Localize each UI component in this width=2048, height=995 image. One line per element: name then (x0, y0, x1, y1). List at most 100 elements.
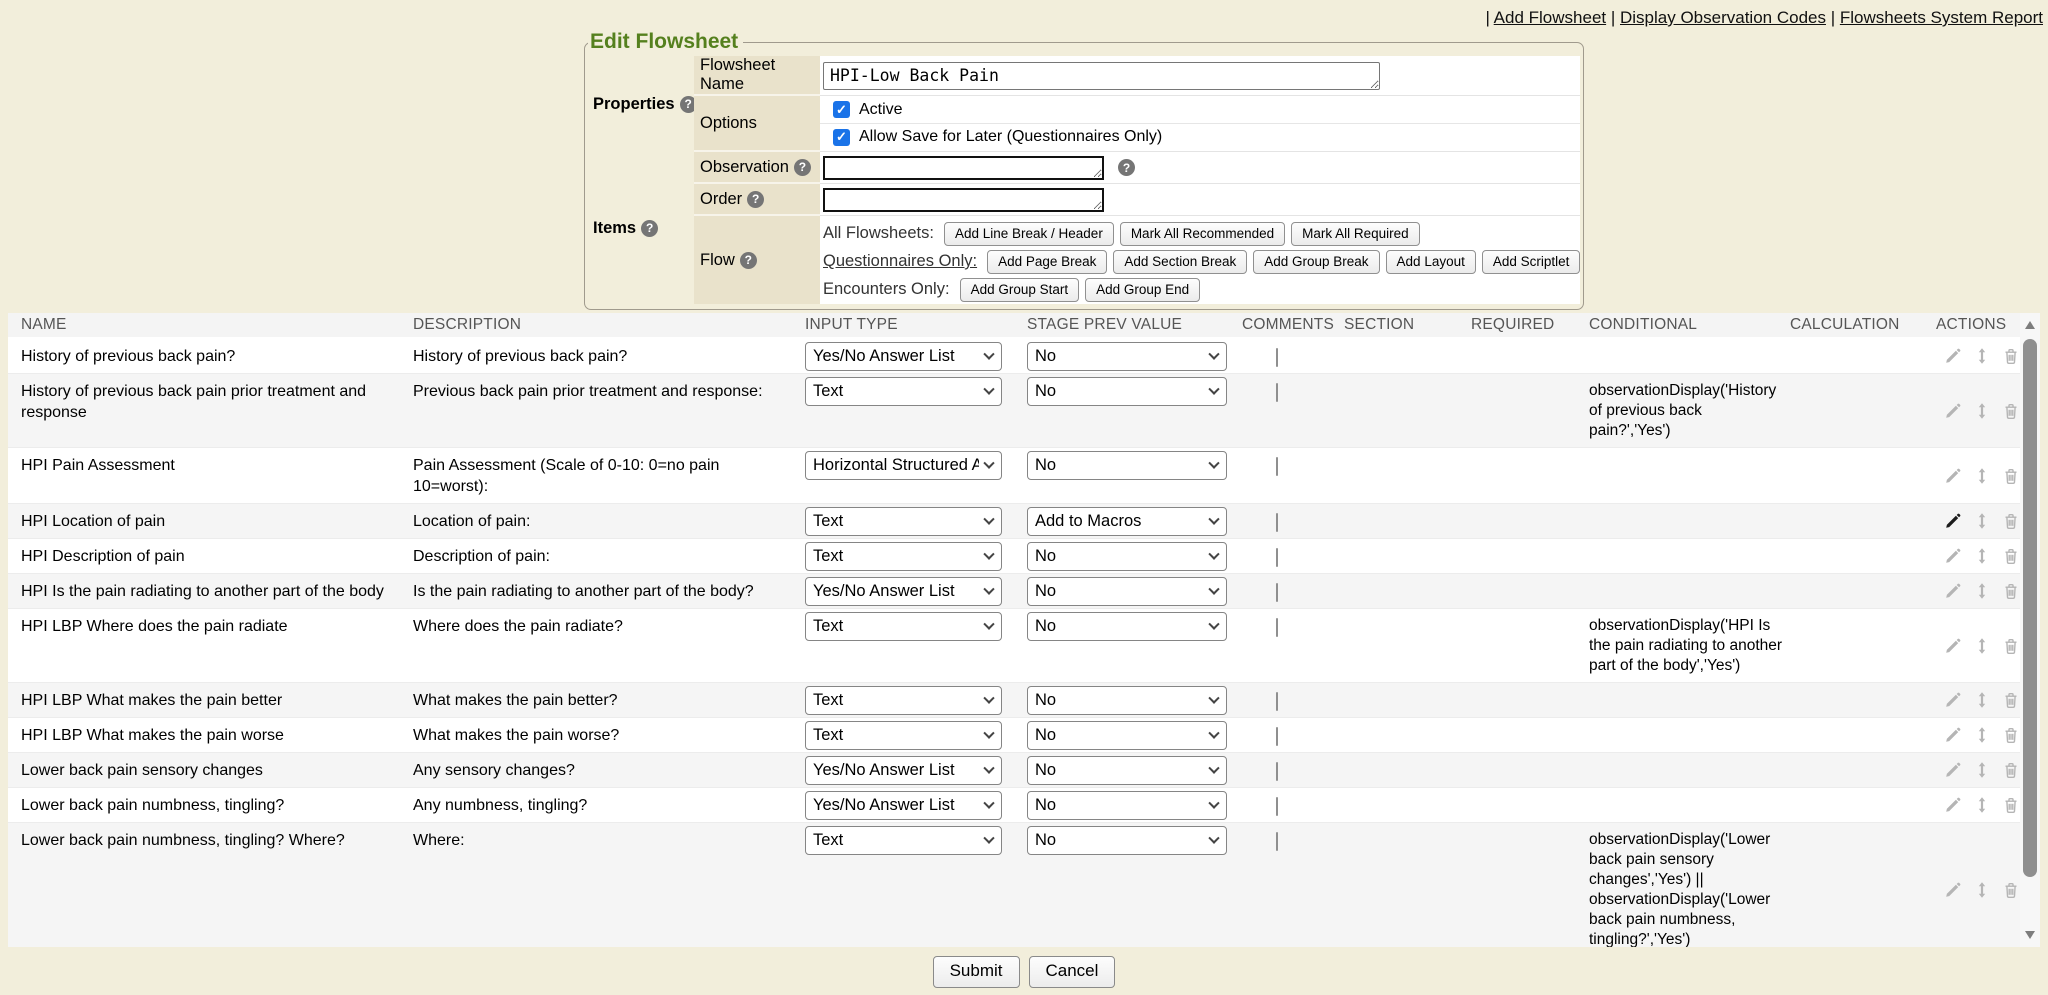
comments-checkbox[interactable] (1276, 513, 1278, 532)
edit-pencil-icon[interactable] (1944, 582, 1962, 600)
stage-prev-value-select[interactable]: No (1027, 542, 1227, 571)
scrollbar-thumb[interactable] (2023, 339, 2037, 877)
delete-trash-icon[interactable] (2002, 761, 2020, 779)
observation-field-help-icon[interactable] (1118, 159, 1135, 176)
scroll-up-arrow-icon[interactable] (2025, 321, 2035, 329)
order-help-icon[interactable] (747, 191, 764, 208)
move-row-icon[interactable] (1973, 796, 1991, 814)
move-row-icon[interactable] (1973, 691, 1991, 709)
move-row-icon[interactable] (1973, 726, 1991, 744)
add-line-break-header-button[interactable]: Add Line Break / Header (944, 222, 1114, 246)
delete-trash-icon[interactable] (2002, 467, 2020, 485)
stage-prev-value-select[interactable]: No (1027, 377, 1227, 406)
mark-all-recommended-button[interactable]: Mark All Recommended (1120, 222, 1285, 246)
comments-checkbox[interactable] (1276, 583, 1278, 602)
add-scriptlet-button[interactable]: Add Scriptlet (1482, 250, 1581, 274)
delete-trash-icon[interactable] (2002, 881, 2020, 899)
add-layout-button[interactable]: Add Layout (1386, 250, 1476, 274)
edit-pencil-icon[interactable] (1944, 347, 1962, 365)
edit-pencil-icon[interactable] (1944, 761, 1962, 779)
comments-checkbox[interactable] (1276, 618, 1278, 637)
flowsheets-system-report-link[interactable]: Flowsheets System Report (1840, 8, 2043, 27)
edit-pencil-icon[interactable] (1944, 402, 1962, 420)
order-input[interactable] (823, 188, 1104, 212)
active-checkbox[interactable] (833, 101, 850, 118)
delete-trash-icon[interactable] (2002, 582, 2020, 600)
input-type-select[interactable]: Text (805, 721, 1002, 750)
stage-prev-value-select[interactable]: No (1027, 826, 1227, 855)
stage-prev-value-select[interactable]: No (1027, 791, 1227, 820)
input-type-select[interactable]: Horizontal Structured Ans (805, 451, 1002, 480)
input-type-select[interactable]: Yes/No Answer List (805, 577, 1002, 606)
stage-prev-value-select[interactable]: No (1027, 451, 1227, 480)
submit-button[interactable]: Submit (933, 956, 1020, 988)
comments-checkbox[interactable] (1276, 383, 1278, 402)
input-type-select[interactable]: Yes/No Answer List (805, 791, 1002, 820)
edit-pencil-icon[interactable] (1944, 512, 1962, 530)
allow-save-for-later-questionnaires-only-checkbox[interactable] (833, 129, 850, 146)
move-row-icon[interactable] (1973, 637, 1991, 655)
observation-help-icon[interactable] (794, 159, 811, 176)
stage-prev-value-select[interactable]: No (1027, 612, 1227, 641)
comments-checkbox[interactable] (1276, 457, 1278, 476)
add-group-start-button[interactable]: Add Group Start (960, 278, 1080, 302)
comments-checkbox[interactable] (1276, 762, 1278, 781)
items-help-icon[interactable] (641, 220, 658, 237)
add-page-break-button[interactable]: Add Page Break (987, 250, 1107, 274)
comments-checkbox[interactable] (1276, 797, 1278, 816)
stage-prev-value-select[interactable]: No (1027, 721, 1227, 750)
stage-prev-value-select[interactable]: No (1027, 756, 1227, 785)
cancel-button[interactable]: Cancel (1029, 956, 1116, 988)
add-group-break-button[interactable]: Add Group Break (1253, 250, 1379, 274)
move-row-icon[interactable] (1973, 512, 1991, 530)
comments-checkbox[interactable] (1276, 727, 1278, 746)
input-type-select[interactable]: Text (805, 377, 1002, 406)
comments-checkbox[interactable] (1276, 692, 1278, 711)
delete-trash-icon[interactable] (2002, 796, 2020, 814)
edit-pencil-icon[interactable] (1944, 547, 1962, 565)
add-flowsheet-link[interactable]: Add Flowsheet (1494, 8, 1606, 27)
mark-all-required-button[interactable]: Mark All Required (1291, 222, 1420, 246)
input-type-select[interactable]: Text (805, 826, 1002, 855)
delete-trash-icon[interactable] (2002, 402, 2020, 420)
move-row-icon[interactable] (1973, 467, 1991, 485)
delete-trash-icon[interactable] (2002, 637, 2020, 655)
comments-checkbox[interactable] (1276, 548, 1278, 567)
edit-pencil-icon[interactable] (1944, 881, 1962, 899)
delete-trash-icon[interactable] (2002, 691, 2020, 709)
move-row-icon[interactable] (1973, 547, 1991, 565)
input-type-select[interactable]: Text (805, 542, 1002, 571)
edit-pencil-icon[interactable] (1944, 796, 1962, 814)
input-type-select[interactable]: Text (805, 612, 1002, 641)
delete-trash-icon[interactable] (2002, 512, 2020, 530)
table-scrollbar[interactable] (2020, 313, 2040, 947)
edit-pencil-icon[interactable] (1944, 467, 1962, 485)
input-type-select[interactable]: Text (805, 686, 1002, 715)
delete-trash-icon[interactable] (2002, 347, 2020, 365)
add-section-break-button[interactable]: Add Section Break (1113, 250, 1247, 274)
delete-trash-icon[interactable] (2002, 726, 2020, 744)
move-row-icon[interactable] (1973, 761, 1991, 779)
input-type-select[interactable]: Yes/No Answer List (805, 342, 1002, 371)
add-group-end-button[interactable]: Add Group End (1085, 278, 1200, 302)
display-observation-codes-link[interactable]: Display Observation Codes (1620, 8, 1826, 27)
delete-trash-icon[interactable] (2002, 547, 2020, 565)
flowsheet-name-input[interactable]: HPI-Low Back Pain (823, 62, 1380, 90)
edit-pencil-icon[interactable] (1944, 726, 1962, 744)
comments-checkbox[interactable] (1276, 832, 1278, 851)
scroll-down-arrow-icon[interactable] (2025, 931, 2035, 939)
move-row-icon[interactable] (1973, 881, 1991, 899)
stage-prev-value-select[interactable]: Add to Macros (1027, 507, 1227, 536)
stage-prev-value-select[interactable]: No (1027, 342, 1227, 371)
move-row-icon[interactable] (1973, 582, 1991, 600)
edit-pencil-icon[interactable] (1944, 691, 1962, 709)
move-row-icon[interactable] (1973, 402, 1991, 420)
observation-input[interactable] (823, 156, 1104, 180)
input-type-select[interactable]: Text (805, 507, 1002, 536)
move-row-icon[interactable] (1973, 347, 1991, 365)
stage-prev-value-select[interactable]: No (1027, 686, 1227, 715)
comments-checkbox[interactable] (1276, 348, 1278, 367)
edit-pencil-icon[interactable] (1944, 637, 1962, 655)
input-type-select[interactable]: Yes/No Answer List (805, 756, 1002, 785)
stage-prev-value-select[interactable]: No (1027, 577, 1227, 606)
